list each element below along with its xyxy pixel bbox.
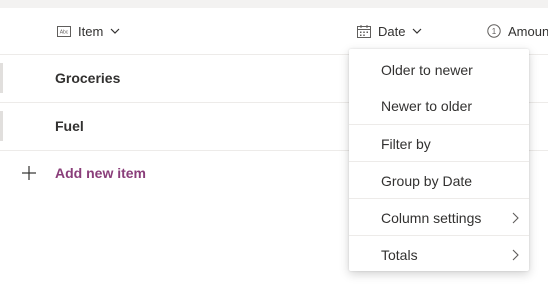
number-column-icon: 1 [487, 24, 501, 38]
menu-item-totals[interactable]: Totals [349, 235, 529, 273]
row-selector[interactable] [0, 63, 3, 93]
add-new-item-label: Add new item [55, 165, 147, 181]
menu-item-label: Group by Date [381, 172, 473, 189]
menu-item-label: Column settings [381, 209, 482, 226]
menu-item-label: Newer to older [381, 97, 473, 114]
calendar-icon [357, 24, 371, 38]
column-header-label: Item [78, 23, 104, 39]
menu-item-newer-to-older[interactable]: Newer to older [349, 87, 529, 124]
column-header-amount[interactable]: 1 Amoun [487, 8, 548, 54]
menu-item-label: Filter by [381, 135, 431, 152]
menu-item-label: Older to newer [381, 61, 473, 78]
chevron-right-icon [512, 211, 519, 227]
column-header-label: Date [378, 23, 406, 39]
top-bar [0, 0, 548, 8]
list-header: Abc Item Date 1 Amoun [0, 8, 548, 55]
svg-text:1: 1 [492, 27, 497, 36]
plus-icon [22, 166, 36, 185]
row-selector[interactable] [0, 111, 3, 141]
menu-item-older-to-newer[interactable]: Older to newer [349, 51, 529, 88]
chevron-down-icon [412, 28, 422, 34]
date-column-menu: Older to newer Newer to older Filter by … [349, 49, 529, 271]
menu-item-label: Totals [381, 246, 418, 263]
text-column-icon: Abc [57, 25, 71, 37]
menu-item-group-by-date[interactable]: Group by Date [349, 161, 529, 199]
item-title[interactable]: Fuel [55, 103, 84, 149]
item-title[interactable]: Groceries [55, 55, 120, 101]
chevron-down-icon [110, 28, 120, 34]
svg-text:Abc: Abc [60, 29, 69, 35]
menu-item-filter-by[interactable]: Filter by [349, 124, 529, 162]
column-header-label: Amoun [508, 23, 548, 39]
menu-item-column-settings[interactable]: Column settings [349, 198, 529, 236]
column-header-item[interactable]: Abc Item [57, 8, 120, 54]
column-header-date[interactable]: Date [357, 8, 422, 54]
chevron-right-icon [512, 248, 519, 264]
